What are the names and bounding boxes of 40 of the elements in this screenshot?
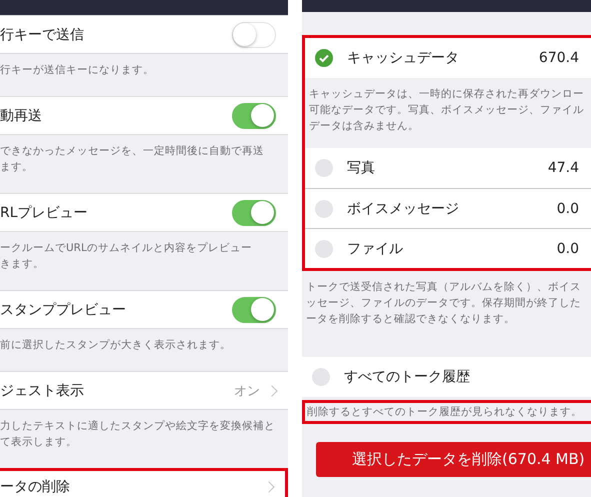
toggle-switch[interactable]: [232, 200, 276, 226]
row-label: ボイスメッセージ: [347, 200, 460, 218]
row-label: RLプレビュー: [0, 204, 89, 222]
row-value: オン: [234, 382, 260, 400]
description-text: できなかったメッセージを、一定時間後に自動で再送 ます。: [0, 144, 265, 175]
radio-circle[interactable]: [315, 240, 333, 258]
row-label: ジェスト表示: [0, 382, 85, 400]
settings-row[interactable]: ジェスト表示 オン: [0, 371, 288, 410]
row-label: ータの削除: [0, 478, 71, 496]
row-label: 行キーで送信: [0, 26, 85, 44]
toggle-switch[interactable]: [232, 296, 276, 322]
description-text: ークルームでURLのサムネイルと内容をプレビュー きます。: [0, 241, 253, 272]
description-text: 前に選択したスタンプが大きく表示されます。: [0, 338, 232, 353]
settings-row[interactable]: 動再送: [0, 96, 288, 135]
size-value: 0.0: [556, 240, 579, 256]
size-value: 47.4: [548, 160, 579, 176]
description-text: 行キーが送信キーになります。: [0, 63, 155, 78]
settings-row[interactable]: スタンププレビュー: [0, 290, 288, 329]
description-text: 削除するとすべてのトーク履歴が見られなくなります。: [307, 405, 583, 420]
delete-button[interactable]: 選択したデータを削除(670.4 MB): [316, 442, 591, 477]
radio-circle[interactable]: [312, 368, 330, 386]
radio-circle[interactable]: [315, 159, 333, 177]
settings-row[interactable]: RLプレビュー: [0, 193, 288, 232]
radio-circle[interactable]: [315, 200, 333, 218]
settings-row[interactable]: ータの削除: [0, 468, 288, 497]
check-icon[interactable]: [315, 49, 333, 67]
row-label: すべてのトーク履歴: [344, 368, 471, 386]
description-text: トークで送受信された写真（アルバムを除く）、ボイス ッセージ、ファイルのデータです。保存期間が終了した ータを削除すると確認できなくなります。: [306, 280, 582, 327]
data-row[interactable]: すべてのトーク履歴: [302, 357, 591, 397]
size-value: 670.4: [538, 50, 579, 66]
row-label: 動再送: [0, 106, 43, 124]
row-label: スタンププレビュー: [0, 300, 127, 318]
size-value: 0.0: [556, 200, 579, 216]
row-label: ファイル: [347, 240, 404, 258]
toggle-switch[interactable]: [232, 102, 276, 128]
row-label: 写真: [347, 159, 376, 177]
description-text: 力したテキストに適したスタンプや絵文字を変換候補と て表示します。: [0, 419, 276, 450]
settings-row[interactable]: 行キーで送信: [0, 15, 288, 54]
description-text: キャッシュデータは、一時的に保存された再ダウンロー 可能なデータです。写真、ボイスメッセージ、ファイル データは含みません。: [309, 87, 585, 134]
row-label: キャッシュデータ: [347, 49, 460, 67]
